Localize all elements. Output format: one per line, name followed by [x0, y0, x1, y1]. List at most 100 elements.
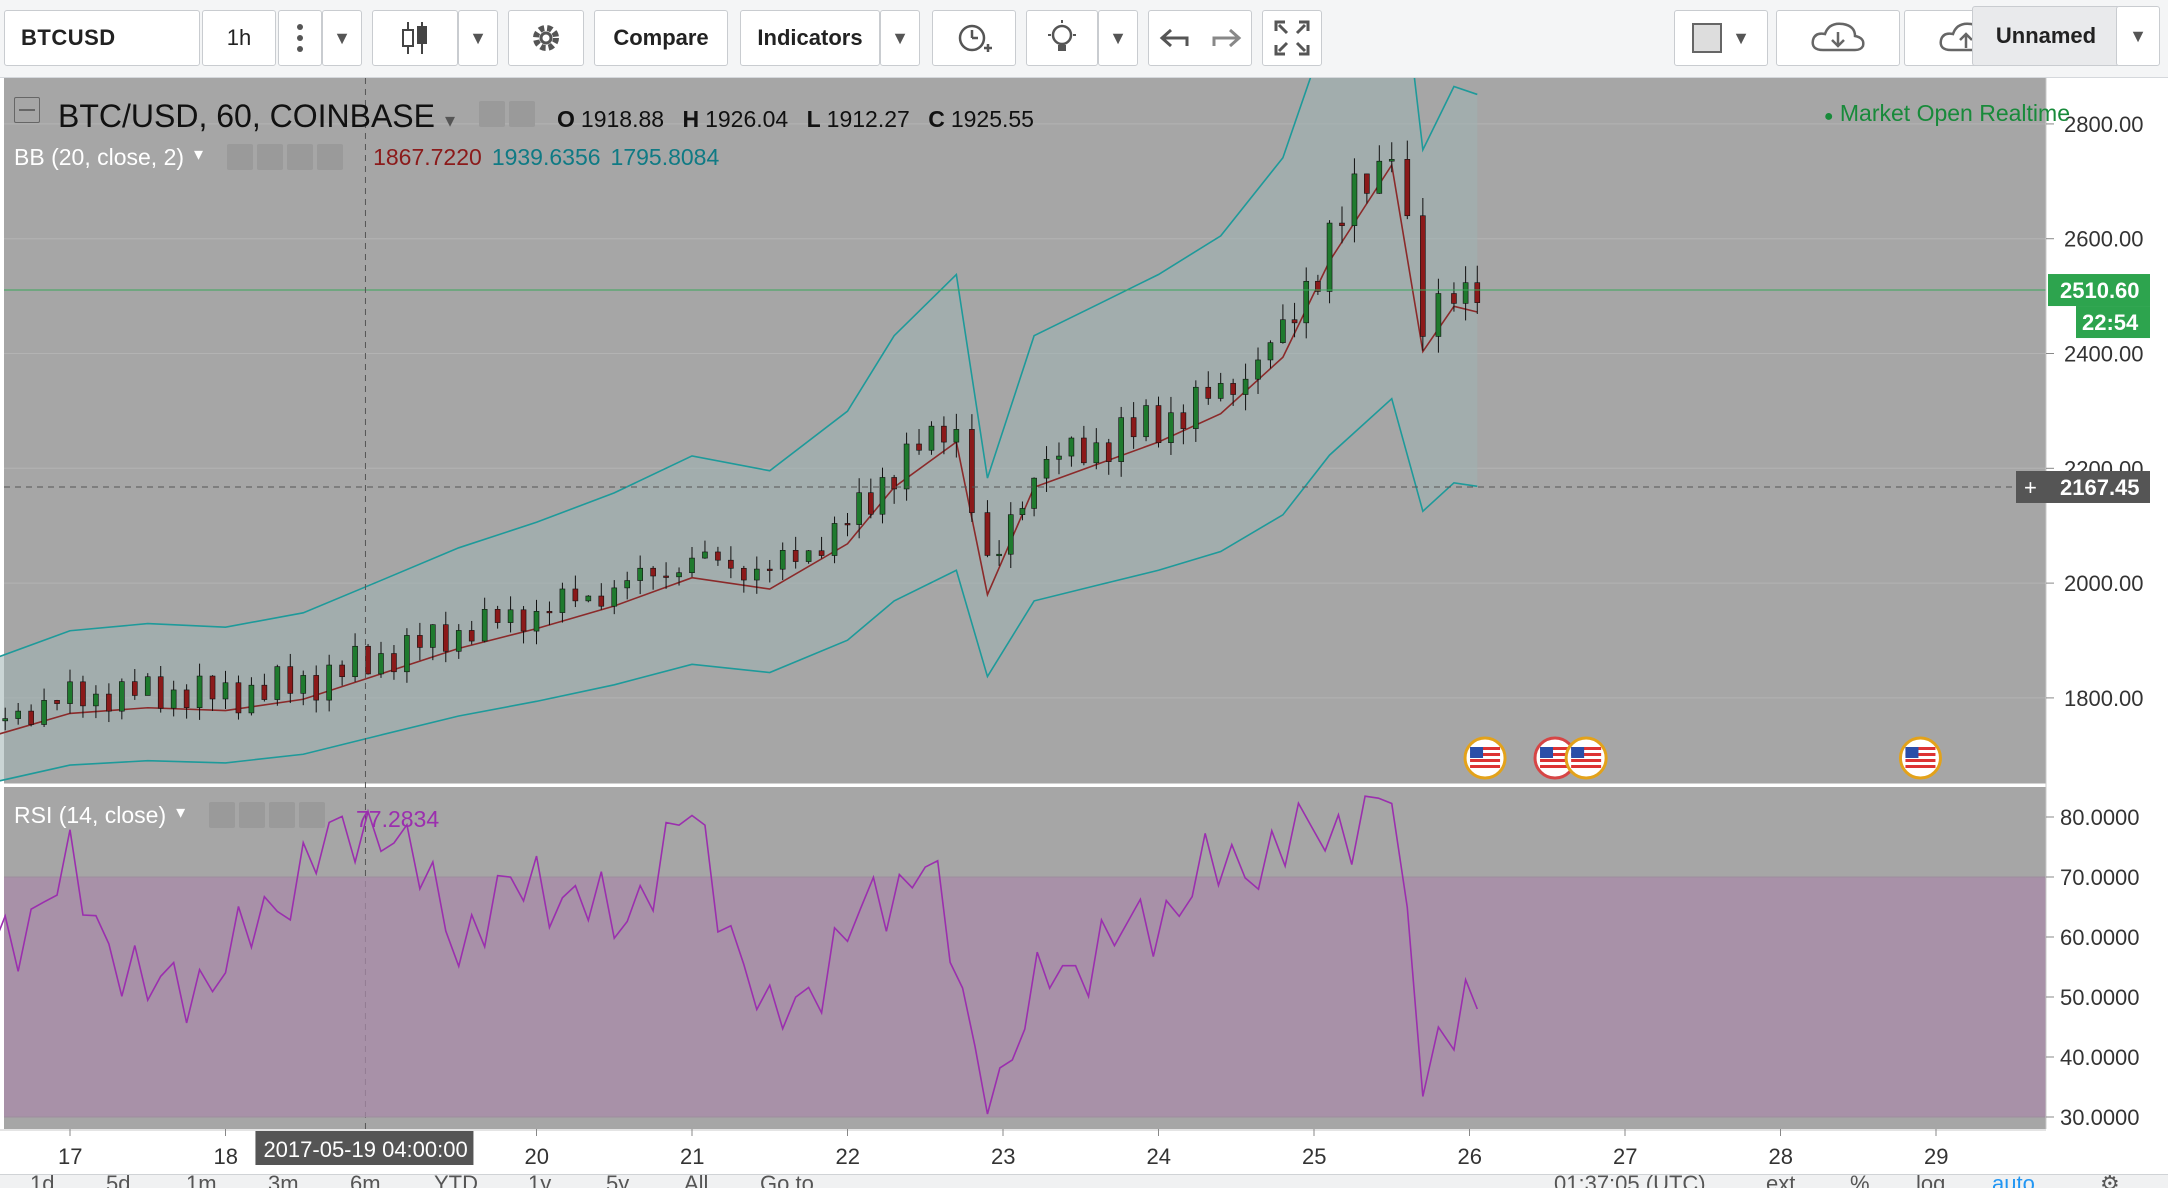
- candle-body: [1280, 319, 1286, 343]
- ideas-button[interactable]: [1026, 10, 1098, 66]
- candle-body: [196, 675, 203, 708]
- symbol-label: BTCUSD: [21, 25, 116, 50]
- candle-body: [953, 429, 960, 443]
- candle-body: [131, 681, 138, 696]
- chevron-down-icon[interactable]: ▾: [194, 144, 203, 171]
- flag-stripe: [1571, 759, 1602, 762]
- candle-body: [494, 609, 501, 623]
- interval-button[interactable]: 1h: [202, 10, 276, 66]
- candle-body: [1451, 293, 1457, 304]
- candle-body: [969, 429, 975, 513]
- candle-body: [1056, 455, 1062, 460]
- rsi-title[interactable]: RSI (14, close): [14, 802, 166, 829]
- goto-button[interactable]: Go to...: [760, 1175, 832, 1188]
- ideas-dropdown[interactable]: ▼: [1098, 10, 1138, 66]
- chart-style-button[interactable]: [372, 10, 458, 66]
- flag-stripe: [1905, 765, 1936, 768]
- interval-label: 1h: [226, 25, 252, 50]
- market-status-label: Market Open: [1839, 100, 1973, 126]
- range-all[interactable]: All: [684, 1175, 708, 1188]
- candle-body: [916, 443, 922, 451]
- candle-body: [868, 492, 874, 515]
- indicators-label: Indicators: [757, 25, 863, 50]
- range-1y[interactable]: 1y: [528, 1175, 551, 1188]
- candle-body: [1267, 342, 1274, 361]
- layout-name-button[interactable]: Unnamed: [1972, 6, 2120, 66]
- indicators-dropdown[interactable]: ▼: [880, 10, 920, 66]
- more-intervals-button[interactable]: [278, 10, 322, 66]
- price-axis-label: 1800.00: [2064, 686, 2144, 711]
- close-value: 1925.55: [950, 106, 1034, 132]
- series-title: BTC/USD, 60, COINBASE: [58, 98, 435, 134]
- percent-toggle[interactable]: %: [1850, 1175, 1870, 1188]
- indicators-button[interactable]: Indicators: [740, 10, 880, 66]
- candle-body: [274, 666, 281, 700]
- log-toggle[interactable]: log: [1916, 1175, 1945, 1188]
- open-label: O: [557, 106, 575, 132]
- candle-body: [753, 568, 760, 581]
- load-layout-button[interactable]: [1776, 10, 1900, 66]
- candle-body: [1019, 508, 1026, 515]
- time-axis-label: 18: [214, 1144, 238, 1169]
- chevron-down-icon: ▼: [2129, 25, 2147, 46]
- candle-body: [1420, 215, 1426, 337]
- crosshair-price-label: 2167.45: [2060, 475, 2140, 500]
- color-swatch-icon: [1692, 23, 1723, 53]
- range-6m[interactable]: 6m: [350, 1175, 381, 1188]
- time-axis-label: 26: [1458, 1144, 1482, 1169]
- gear-icon: [533, 25, 559, 51]
- candle-body: [417, 635, 423, 648]
- candle-body: [1168, 412, 1174, 443]
- layout-name-label: Unnamed: [1995, 23, 2097, 48]
- collapse-icon[interactable]: [14, 97, 40, 123]
- fullscreen-button[interactable]: [1262, 10, 1322, 66]
- alarm-clock-plus-icon: [958, 24, 992, 52]
- bb-title[interactable]: BB (20, close, 2): [14, 144, 184, 171]
- symbol-search-input[interactable]: BTCUSD: [4, 10, 200, 66]
- candle-body: [1351, 173, 1358, 226]
- candle-body: [903, 443, 910, 490]
- candle-body: [728, 559, 734, 569]
- interval-dropdown-button[interactable]: ▼: [322, 10, 362, 66]
- flag-canton: [1540, 747, 1554, 758]
- candle-body: [766, 568, 773, 571]
- chart-container[interactable]: 2800.00 2600.00 2400.00 2200.00 2000.00 1800.…: [0, 78, 2168, 1188]
- candle-body: [1031, 477, 1037, 509]
- open-value: 1918.88: [580, 106, 665, 132]
- chevron-down-icon[interactable]: ▾: [445, 108, 455, 133]
- high-value: 1926.04: [705, 106, 789, 132]
- rsi-band: [4, 877, 2046, 1117]
- candle-body: [1155, 405, 1162, 443]
- range-1m[interactable]: 1m: [186, 1175, 217, 1188]
- chevron-down-icon[interactable]: ▾: [176, 802, 185, 829]
- range-3m[interactable]: 3m: [268, 1175, 299, 1188]
- settings-button[interactable]: [508, 10, 584, 66]
- compare-button[interactable]: Compare: [594, 10, 728, 66]
- candle-body: [15, 710, 21, 719]
- economic-event-flag-icon: [1463, 736, 1507, 780]
- range-ytd[interactable]: YTD: [434, 1175, 478, 1188]
- ext-toggle[interactable]: ext: [1766, 1175, 1795, 1188]
- chart-color-button[interactable]: ▼: [1674, 10, 1768, 66]
- range-5y[interactable]: 5y: [606, 1175, 629, 1188]
- candle-body: [1376, 160, 1383, 194]
- candle-body: [507, 609, 514, 623]
- range-5d[interactable]: 5d: [106, 1175, 130, 1188]
- rsi-axis-label: 70.0000: [2060, 865, 2140, 890]
- candle-body: [1339, 222, 1345, 226]
- auto-toggle[interactable]: auto: [1992, 1175, 2035, 1188]
- rsi-ghost-buttons: [209, 802, 326, 829]
- redo-icon[interactable]: [1210, 26, 1242, 50]
- alert-button[interactable]: [932, 10, 1016, 66]
- layout-dropdown[interactable]: ▼: [2116, 6, 2160, 66]
- chart-style-dropdown[interactable]: ▼: [458, 10, 498, 66]
- candle-body: [996, 553, 1002, 557]
- crosshair-plus-icon: +: [2024, 475, 2037, 500]
- candle-body: [1105, 442, 1112, 462]
- chart-canvas[interactable]: 2800.002600.002400.002200.002000.001800.…: [0, 78, 2168, 1188]
- undo-icon[interactable]: [1159, 26, 1191, 50]
- candle-body: [844, 523, 851, 526]
- gear-icon[interactable]: ⚙: [2100, 1175, 2120, 1188]
- candle-body: [1462, 282, 1469, 304]
- range-1d[interactable]: 1d: [30, 1175, 54, 1188]
